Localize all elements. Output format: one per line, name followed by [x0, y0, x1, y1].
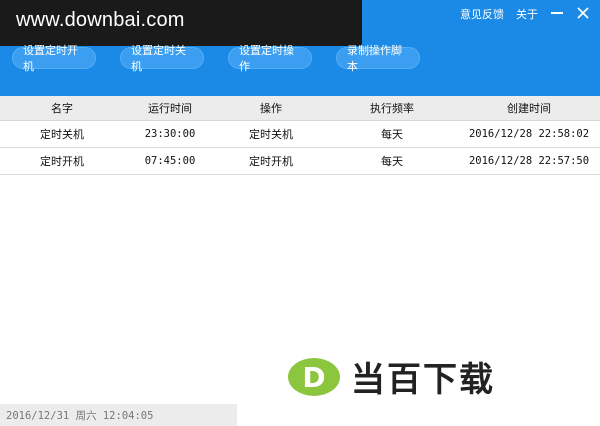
col-created[interactable]: 创建时间: [458, 100, 600, 116]
cell-operation: 定时关机: [249, 128, 293, 141]
cell-frequency: 每天: [381, 155, 403, 168]
minimize-icon: [551, 12, 563, 14]
cell-operation: 定时开机: [249, 155, 293, 168]
col-frequency[interactable]: 执行频率: [326, 100, 458, 116]
cell-name: 定时关机: [40, 128, 84, 141]
cell-frequency: 每天: [381, 128, 403, 141]
close-icon: [577, 7, 589, 19]
cell-name: 定时开机: [40, 155, 84, 168]
status-clock: 2016/12/31 周六 12:04:05: [6, 409, 154, 422]
status-bar: 2016/12/31 周六 12:04:05: [0, 404, 237, 426]
table-row[interactable]: 定时开机 07:45:00 定时开机 每天 2016/12/28 22:57:5…: [0, 148, 600, 175]
set-operation-button[interactable]: 设置定时操作: [228, 44, 312, 73]
watermark-banner: www.downbai.com: [0, 0, 362, 46]
col-operation[interactable]: 操作: [216, 100, 326, 116]
logo-text: 当百下载: [351, 360, 495, 400]
col-run-time[interactable]: 运行时间: [124, 100, 216, 116]
table-row[interactable]: 定时关机 23:30:00 定时关机 每天 2016/12/28 22:58:0…: [0, 121, 600, 148]
col-name[interactable]: 名字: [0, 100, 124, 116]
logo-d-icon: D: [288, 357, 340, 396]
header-bar: www.downbai.com 意见反馈 关于 设置定时开机 设置定时关机 设置…: [0, 0, 600, 96]
site-logo: D 当百下载: [287, 352, 495, 401]
cell-created: 2016/12/28 22:58:02: [468, 128, 590, 140]
cell-run-time: 07:45:00: [144, 155, 196, 167]
feedback-link[interactable]: 意见反馈: [460, 6, 504, 22]
set-shutdown-button[interactable]: 设置定时关机: [120, 44, 204, 73]
minimize-button[interactable]: [548, 4, 566, 22]
top-links: 意见反馈 关于: [460, 6, 538, 22]
toolbar: 设置定时开机 设置定时关机 设置定时操作 录制操作脚本: [12, 44, 420, 73]
svg-text:D: D: [302, 361, 325, 394]
record-script-button[interactable]: 录制操作脚本: [336, 44, 420, 73]
set-power-on-button[interactable]: 设置定时开机: [12, 44, 96, 73]
about-link[interactable]: 关于: [516, 6, 538, 22]
watermark-text: www.downbai.com: [16, 9, 185, 31]
task-table: 名字 运行时间 操作 执行频率 创建时间 定时关机 23:30:00 定时关机 …: [0, 96, 600, 175]
cell-created: 2016/12/28 22:57:50: [468, 155, 590, 167]
cell-run-time: 23:30:00: [144, 128, 196, 140]
close-button[interactable]: [574, 4, 592, 22]
table-header: 名字 运行时间 操作 执行频率 创建时间: [0, 96, 600, 121]
